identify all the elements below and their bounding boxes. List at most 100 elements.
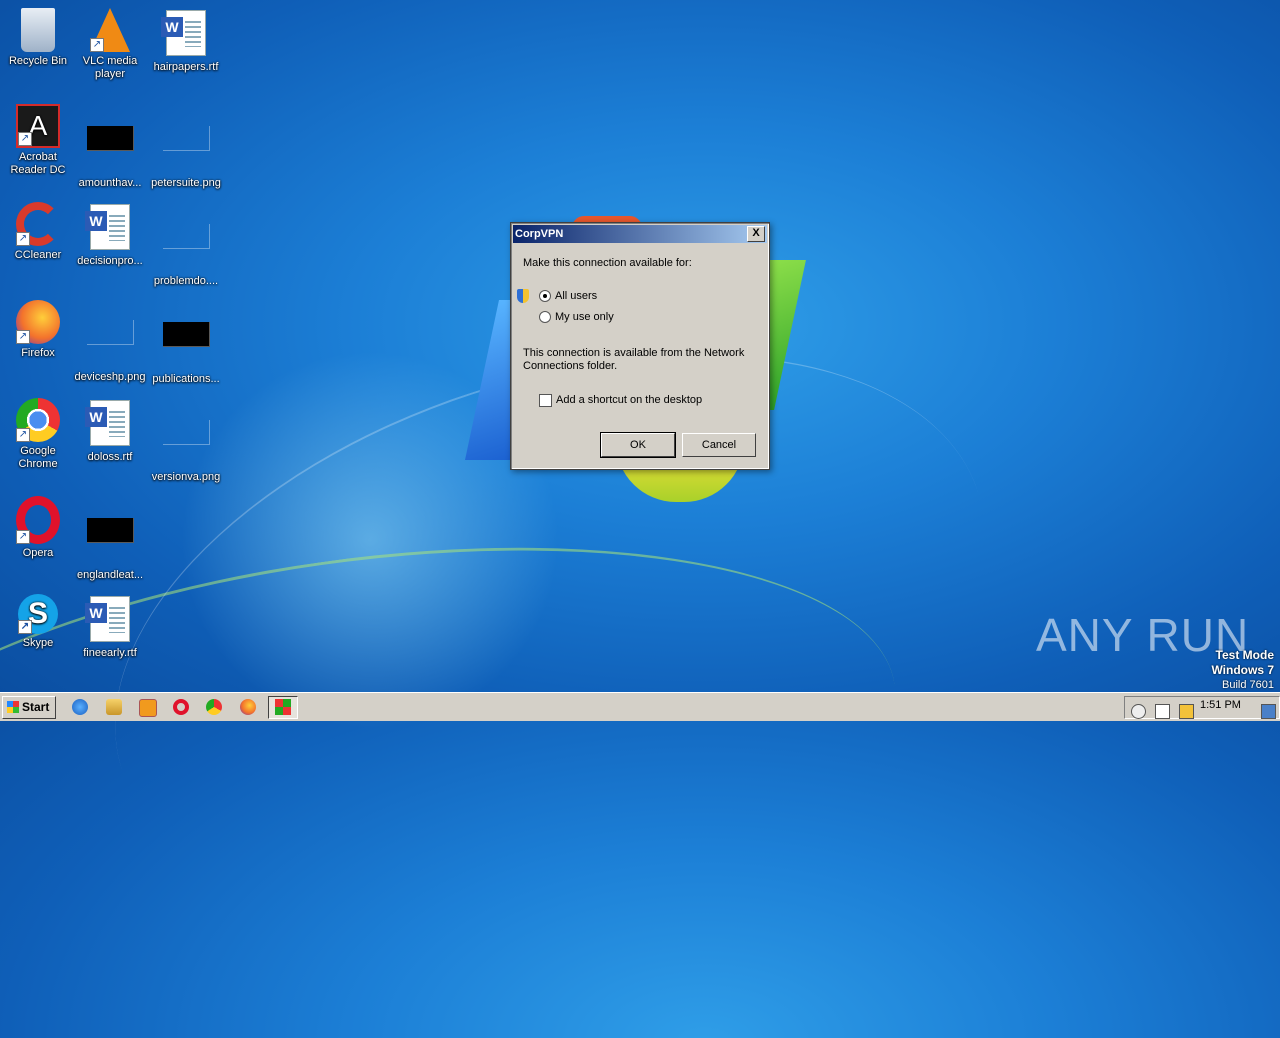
- desktop-shortcut-checkbox[interactable]: [539, 394, 552, 407]
- windows-flag-icon: [7, 701, 19, 713]
- ie-icon[interactable]: [72, 699, 88, 715]
- media-player-icon[interactable]: [139, 699, 157, 717]
- ccleaner-icon: ↗: [16, 202, 60, 246]
- shortcut-arrow-icon: ↗: [90, 38, 104, 52]
- desktop-icon-fineearly[interactable]: fineearly.rtf: [72, 594, 148, 660]
- word-document-icon: [85, 400, 134, 448]
- desktop-icon-hairpapers[interactable]: hairpapers.rtf: [148, 8, 224, 74]
- icon-label: problemdo....: [153, 275, 219, 287]
- image-file-icon: [86, 518, 134, 566]
- desktop-icon-problemdo[interactable]: problemdo....: [148, 202, 224, 288]
- network-warning-icon[interactable]: [1179, 704, 1194, 719]
- desktop-icon-skype[interactable]: S ↗ Skype: [0, 594, 76, 650]
- explorer-icon[interactable]: [106, 699, 122, 715]
- all-users-label[interactable]: All users: [555, 290, 597, 302]
- taskbar-clock[interactable]: 1:51 PM: [1200, 699, 1241, 711]
- shortcut-arrow-icon: ↗: [16, 330, 30, 344]
- desktop-icon-doloss[interactable]: doloss.rtf: [72, 398, 148, 464]
- dialog-title: CorpVPN: [515, 228, 564, 240]
- icon-label: englandleat...: [76, 569, 144, 581]
- firefox-icon[interactable]: [240, 699, 256, 715]
- shortcut-arrow-icon: ↗: [18, 620, 32, 634]
- uac-shield-icon: [517, 289, 529, 303]
- dialog-titlebar[interactable]: CorpVPN X: [513, 225, 767, 243]
- start-button[interactable]: Start: [2, 696, 56, 719]
- shortcut-arrow-icon: ↗: [16, 530, 30, 544]
- icon-label: decisionpro...: [77, 255, 143, 267]
- taskbar: Start 1:51 PM: [0, 692, 1280, 721]
- desktop-icon-amounthav[interactable]: amounthav...: [72, 104, 148, 190]
- desktop-icon-chrome[interactable]: ↗ Google Chrome: [0, 398, 76, 471]
- desktop-icon-decisionpro[interactable]: decisionpro...: [72, 202, 148, 268]
- word-document-icon: [85, 204, 134, 252]
- image-file-icon: [86, 320, 134, 368]
- acrobat-icon: A ↗: [16, 104, 60, 148]
- icon-label: Firefox: [21, 347, 55, 359]
- icon-label: Skype: [22, 637, 54, 649]
- shortcut-arrow-icon: ↗: [18, 132, 32, 146]
- icon-label: Google Chrome: [18, 445, 58, 470]
- icon-label: doloss.rtf: [87, 451, 133, 463]
- icon-label: petersuite.png: [151, 177, 221, 189]
- test-mode-notice: Test Mode Windows 7 Build 7601: [1211, 648, 1274, 692]
- icon-label: amounthav...: [78, 177, 142, 189]
- chrome-icon: ↗: [16, 398, 60, 442]
- skype-icon: S ↗: [18, 594, 58, 634]
- desktop-icon-acrobat[interactable]: A ↗ Acrobat Reader DC: [0, 104, 76, 177]
- firefox-icon: ↗: [16, 300, 60, 344]
- availability-prompt: Make this connection available for:: [523, 257, 692, 269]
- desktop-icon-recycle-bin[interactable]: Recycle Bin: [0, 8, 76, 68]
- volume-icon[interactable]: [1131, 704, 1146, 719]
- action-center-flag-icon[interactable]: [1155, 704, 1170, 719]
- word-document-icon: [161, 10, 210, 58]
- vlc-icon: ↗: [90, 8, 130, 52]
- desktop-icon-deviceshp[interactable]: deviceshp.png: [72, 300, 148, 384]
- opera-icon[interactable]: [173, 699, 189, 715]
- icon-label: fineearly.rtf: [83, 647, 137, 659]
- corpvpn-dialog: CorpVPN X Make this connection available…: [510, 222, 770, 470]
- test-mode-line: Test Mode: [1215, 648, 1274, 662]
- taskbar-active-window[interactable]: [268, 696, 298, 719]
- image-file-icon: [162, 420, 210, 468]
- build-line: Build 7601: [1222, 679, 1274, 691]
- icon-label: publications...: [152, 373, 220, 385]
- desktop-icon-englandleat[interactable]: englandleat...: [72, 496, 148, 582]
- show-desktop-icon[interactable]: [1261, 704, 1276, 719]
- icon-label: versionva.png: [151, 471, 221, 483]
- desktop-shortcut-label[interactable]: Add a shortcut on the desktop: [556, 394, 702, 406]
- image-file-icon: [162, 322, 210, 370]
- desktop-icon-firefox[interactable]: ↗ Firefox: [0, 300, 76, 360]
- connection-info-text: This connection is available from the Ne…: [523, 347, 745, 372]
- network-wizard-icon: [275, 699, 291, 715]
- my-use-only-label[interactable]: My use only: [555, 311, 614, 323]
- windows-version-line: Windows 7: [1211, 663, 1274, 677]
- chrome-icon[interactable]: [206, 699, 222, 715]
- recycle-bin-icon: [21, 8, 55, 52]
- desktop-icon-opera[interactable]: ↗ Opera: [0, 496, 76, 560]
- image-file-icon: [86, 126, 134, 174]
- ok-button[interactable]: OK: [600, 432, 676, 458]
- image-file-icon: [162, 126, 210, 174]
- shortcut-arrow-icon: ↗: [16, 232, 30, 246]
- all-users-radio[interactable]: [539, 290, 551, 302]
- image-file-icon: [162, 224, 210, 272]
- desktop-icon-publications[interactable]: publications...: [148, 300, 224, 386]
- desktop-icon-vlc[interactable]: ↗ VLC media player: [72, 8, 148, 81]
- icon-label: Opera: [22, 547, 54, 559]
- start-label: Start: [22, 700, 50, 714]
- icon-label: Recycle Bin: [8, 55, 68, 67]
- desktop-icon-petersuite[interactable]: petersuite.png: [148, 104, 224, 190]
- shortcut-arrow-icon: ↗: [16, 428, 30, 442]
- icon-label: VLC media player: [82, 55, 138, 80]
- close-button[interactable]: X: [747, 226, 765, 242]
- cancel-button[interactable]: Cancel: [682, 433, 756, 457]
- icon-label: Acrobat Reader DC: [10, 151, 66, 176]
- desktop-icon-ccleaner[interactable]: ↗ CCleaner: [0, 202, 76, 262]
- desktop-icon-versionva[interactable]: versionva.png: [148, 398, 224, 484]
- word-document-icon: [85, 596, 134, 644]
- icon-label: CCleaner: [14, 249, 62, 261]
- icon-label: deviceshp.png: [74, 371, 146, 383]
- opera-icon: ↗: [16, 496, 60, 544]
- my-use-only-radio[interactable]: [539, 311, 551, 323]
- icon-label: hairpapers.rtf: [153, 61, 219, 73]
